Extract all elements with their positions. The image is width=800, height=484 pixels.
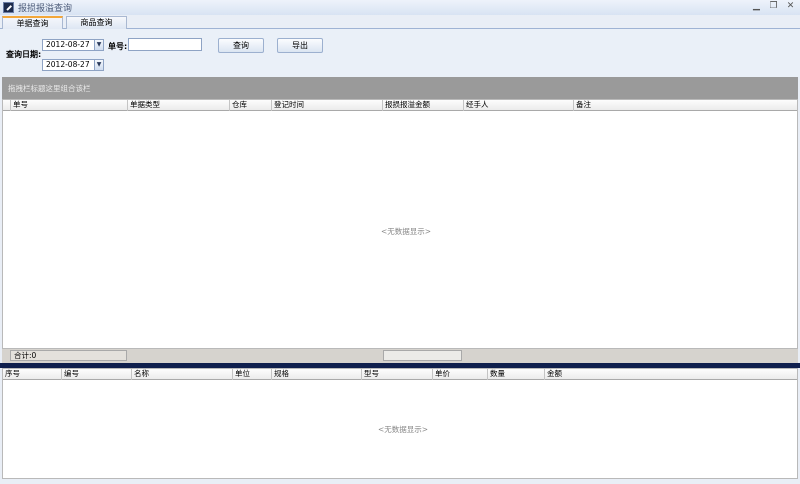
detail-grid[interactable]: 序号 编号 名称 单位 规格 型号 单价 数量 金额 <无数据显示> — [2, 368, 798, 479]
date-to-value: 2012-08-27 — [46, 60, 90, 69]
col-quantity[interactable]: 数量 — [488, 369, 545, 380]
col-remark[interactable]: 备注 — [574, 100, 797, 111]
col-seq[interactable]: 序号 — [3, 369, 62, 380]
minimize-icon[interactable]: ▁ — [751, 1, 762, 12]
grid-footer: 合计:0 — [2, 349, 798, 363]
group-by-bar[interactable]: 拖拽栏标题这里组合该栏 — [2, 77, 798, 99]
empty-message: <无数据显示> — [378, 425, 429, 434]
horizontal-scrollbar[interactable] — [383, 350, 462, 361]
doc-no-input[interactable] — [128, 38, 202, 51]
col-doc-type[interactable]: 单据类型 — [128, 100, 230, 111]
tab-product-query[interactable]: 商品查询 — [66, 16, 127, 29]
date-from-value: 2012-08-27 — [46, 40, 90, 49]
query-button[interactable]: 查询 — [218, 38, 264, 53]
row-indicator-header — [3, 100, 11, 111]
date-to-picker[interactable]: 2012-08-27 ▼ — [42, 59, 104, 71]
title-bar: 报损报溢查询 ▁ ❐ ✕ — [0, 0, 800, 15]
close-icon[interactable]: ✕ — [785, 1, 796, 12]
window-title: 报损报溢查询 — [18, 4, 73, 14]
filter-panel: 查询日期: 2012-08-27 ▼ 2012-08-27 ▼ 单号: 查询 导… — [0, 29, 800, 77]
empty-message: <无数据显示> — [381, 227, 432, 236]
col-model[interactable]: 型号 — [362, 369, 433, 380]
col-register-time[interactable]: 登记时间 — [272, 100, 383, 111]
export-button[interactable]: 导出 — [277, 38, 323, 53]
col-total[interactable]: 金额 — [545, 369, 797, 380]
group-by-hint: 拖拽栏标题这里组合该栏 — [8, 84, 91, 93]
col-doc-no[interactable]: 单号 — [11, 100, 128, 111]
chevron-down-icon[interactable]: ▼ — [94, 59, 104, 71]
col-unit-price[interactable]: 单价 — [433, 369, 488, 380]
col-handler[interactable]: 经手人 — [464, 100, 574, 111]
window-controls: ▁ ❐ ✕ — [751, 1, 796, 12]
document-grid[interactable]: 单号 单据类型 仓库 登记时间 报损报溢金额 经手人 备注 <无数据显示> — [2, 99, 798, 349]
col-unit[interactable]: 单位 — [233, 369, 272, 380]
total-summary: 合计:0 — [10, 350, 127, 361]
doc-no-label: 单号: — [108, 42, 128, 51]
tab-bar: 单据查询 商品查询 — [0, 15, 800, 29]
col-spec[interactable]: 规格 — [272, 369, 362, 380]
tab-document-query[interactable]: 单据查询 — [2, 16, 63, 29]
restore-icon[interactable]: ❐ — [768, 1, 779, 12]
col-name[interactable]: 名称 — [132, 369, 233, 380]
detail-grid-header: 序号 编号 名称 单位 规格 型号 单价 数量 金额 — [3, 369, 797, 380]
col-amount[interactable]: 报损报溢金额 — [383, 100, 464, 111]
app-icon — [3, 2, 14, 13]
date-label: 查询日期: — [6, 50, 42, 59]
chevron-down-icon[interactable]: ▼ — [94, 39, 104, 51]
document-grid-header: 单号 单据类型 仓库 登记时间 报损报溢金额 经手人 备注 — [3, 100, 797, 111]
col-code[interactable]: 编号 — [62, 369, 132, 380]
date-from-picker[interactable]: 2012-08-27 ▼ — [42, 39, 104, 51]
col-warehouse[interactable]: 仓库 — [230, 100, 272, 111]
